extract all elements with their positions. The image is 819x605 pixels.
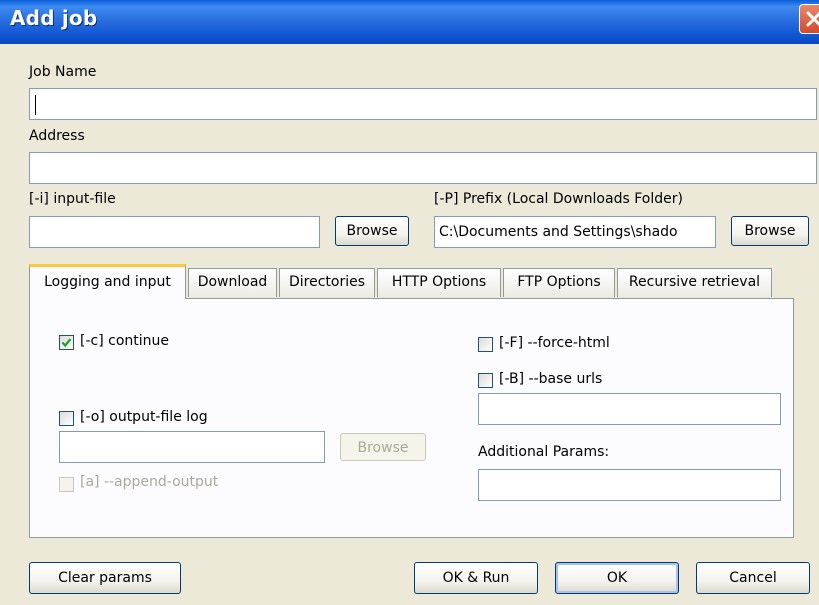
ok-and-run-button[interactable]: OK & Run: [414, 562, 538, 594]
tab-http-options[interactable]: HTTP Options: [377, 268, 501, 297]
force-html-label: [-F] --force-html: [499, 335, 610, 351]
input-file-input[interactable]: [29, 216, 320, 248]
logging-panel: [-c] continue [-o] output-file log Brows…: [29, 298, 794, 538]
address-input[interactable]: [29, 152, 817, 184]
job-name-label: Job Name: [29, 64, 97, 80]
base-urls-input[interactable]: [478, 393, 781, 425]
clear-params-button[interactable]: Clear params: [29, 562, 181, 594]
job-name-input[interactable]: [29, 88, 817, 120]
tab-recursive-retrieval[interactable]: Recursive retrieval: [617, 268, 772, 297]
title-bar: Add job: [0, 0, 819, 44]
address-label: Address: [29, 128, 85, 144]
base-urls-label: [-B] --base urls: [499, 371, 603, 387]
force-html-checkbox[interactable]: [478, 337, 493, 352]
append-output-label: [a] --append-output: [80, 474, 219, 490]
tab-logging-and-input[interactable]: Logging and input: [29, 264, 186, 299]
tab-download[interactable]: Download: [188, 268, 277, 297]
input-file-label: [-i] input-file: [29, 191, 116, 207]
prefix-value: C:\Documents and Settings\shado: [439, 224, 678, 240]
continue-checkbox[interactable]: [59, 335, 74, 350]
checkmark-icon: [61, 338, 72, 348]
prefix-label: [-P] Prefix (Local Downloads Folder): [434, 191, 683, 207]
output-file-browse-button[interactable]: Browse: [340, 433, 426, 461]
close-icon: [806, 11, 819, 27]
output-file-log-label: [-o] output-file log: [80, 409, 208, 425]
output-file-log-input[interactable]: [59, 431, 325, 463]
close-button[interactable]: [799, 4, 819, 34]
text-caret: [35, 95, 36, 115]
prefix-input[interactable]: C:\Documents and Settings\shado: [434, 216, 716, 248]
window-title: Add job: [10, 6, 98, 30]
cancel-button[interactable]: Cancel: [696, 562, 810, 594]
base-urls-checkbox[interactable]: [478, 373, 493, 388]
output-file-log-checkbox[interactable]: [59, 411, 74, 426]
additional-params-label: Additional Params:: [478, 444, 610, 460]
input-file-browse-button[interactable]: Browse: [335, 216, 409, 246]
additional-params-input[interactable]: [478, 469, 781, 501]
ok-button[interactable]: OK: [555, 562, 679, 594]
continue-label: [-c] continue: [80, 333, 169, 349]
append-output-checkbox[interactable]: [59, 477, 74, 492]
prefix-browse-button[interactable]: Browse: [731, 216, 809, 246]
tab-directories[interactable]: Directories: [279, 268, 375, 297]
tab-ftp-options[interactable]: FTP Options: [503, 268, 615, 297]
